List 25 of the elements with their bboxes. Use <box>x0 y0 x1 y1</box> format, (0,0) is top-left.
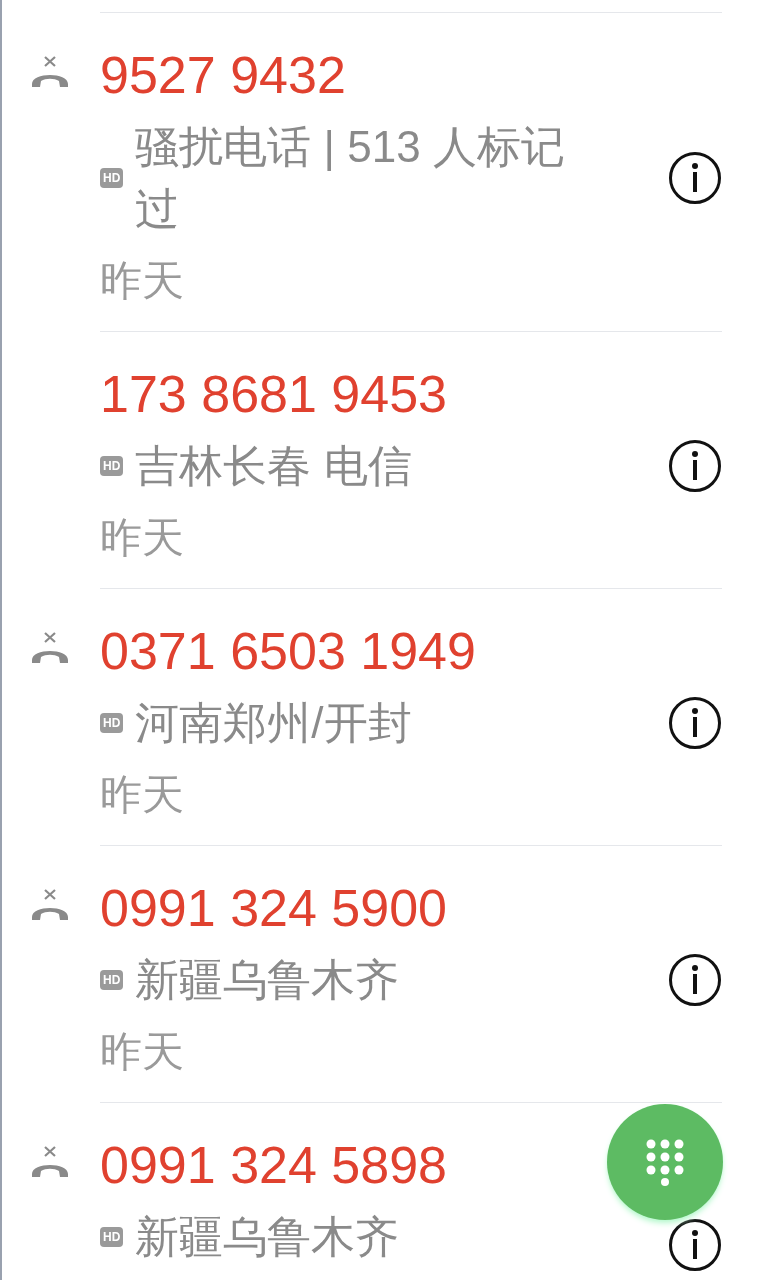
info-button[interactable] <box>668 953 722 1007</box>
hd-badge: HD <box>100 713 124 733</box>
info-button[interactable] <box>668 696 722 750</box>
dialpad-icon <box>645 1138 685 1186</box>
hd-badge: HD <box>100 1227 124 1247</box>
phone-number: 0991 324 5898 <box>100 1135 447 1196</box>
phone-number: 0991 324 5900 <box>100 878 447 939</box>
hd-badge: HD <box>100 970 124 990</box>
info-button[interactable] <box>668 1218 722 1272</box>
caller-info: 河南郑州/开封 <box>135 697 412 749</box>
phone-number: 173 8681 9453 <box>100 364 447 425</box>
phone-number: 9527 9432 <box>100 45 346 106</box>
call-date: 昨天 <box>100 513 185 563</box>
caller-info: 新疆乌鲁木齐 <box>135 1211 400 1263</box>
hd-badge: HD <box>100 456 124 476</box>
phone-number: 0371 6503 1949 <box>100 621 476 682</box>
call-date: 昨天 <box>100 256 185 306</box>
call-date: 昨天 <box>100 770 185 820</box>
caller-info: 新疆乌鲁木齐 <box>135 954 400 1006</box>
hd-badge: HD <box>100 168 124 188</box>
info-button[interactable] <box>668 439 722 493</box>
info-button[interactable] <box>668 151 722 205</box>
caller-info: 骚扰电话 | 513 人标记过 <box>135 121 566 235</box>
caller-info: 吉林长春 电信 <box>135 440 412 492</box>
call-date: 昨天 <box>100 1027 185 1077</box>
